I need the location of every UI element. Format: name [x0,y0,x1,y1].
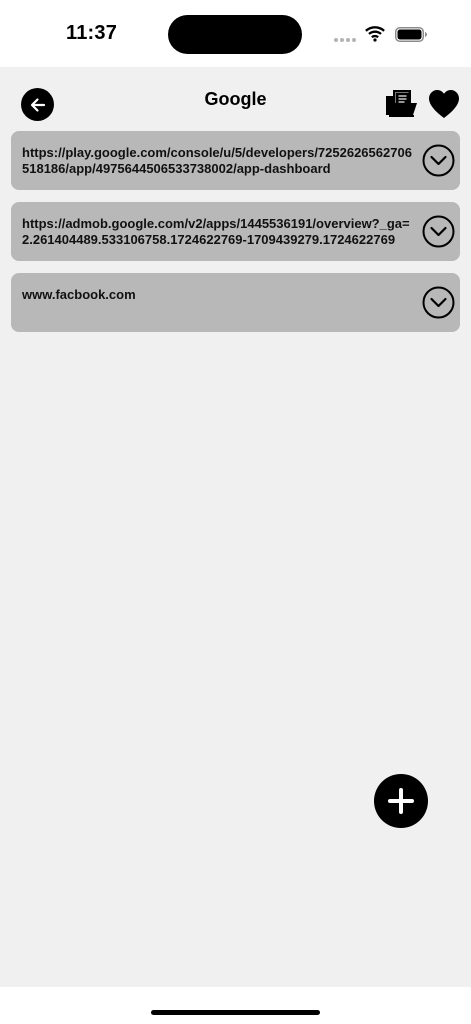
chevron-down-circle-icon[interactable] [422,286,455,319]
link-list: https://play.google.com/console/u/5/deve… [11,131,460,344]
cellular-signal-icon [334,38,356,42]
back-button[interactable] [21,88,54,121]
link-card[interactable]: www.facbook.com [11,273,460,332]
link-card[interactable]: https://admob.google.com/v2/apps/1445536… [11,202,460,261]
add-link-button[interactable] [374,774,428,828]
dynamic-island [168,15,302,54]
arrow-left-icon [30,97,45,112]
main-content: Google https://play.google.com/console/u… [0,67,471,987]
plus-icon [388,788,414,814]
link-url: www.facbook.com [22,287,136,302]
link-card[interactable]: https://play.google.com/console/u/5/deve… [11,131,460,190]
link-url: https://admob.google.com/v2/apps/1445536… [22,216,410,247]
status-bar: 11:37 [0,0,471,67]
home-indicator-area [0,987,471,1024]
chevron-down-circle-icon[interactable] [422,215,455,248]
folder-documents-icon[interactable] [384,88,418,120]
battery-icon [395,27,427,42]
status-time: 11:37 [66,22,118,44]
link-url: https://play.google.com/console/u/5/deve… [22,145,412,176]
heart-icon[interactable] [427,88,461,120]
chevron-down-circle-icon[interactable] [422,144,455,177]
wifi-icon [365,26,385,42]
home-indicator[interactable] [151,1010,320,1015]
